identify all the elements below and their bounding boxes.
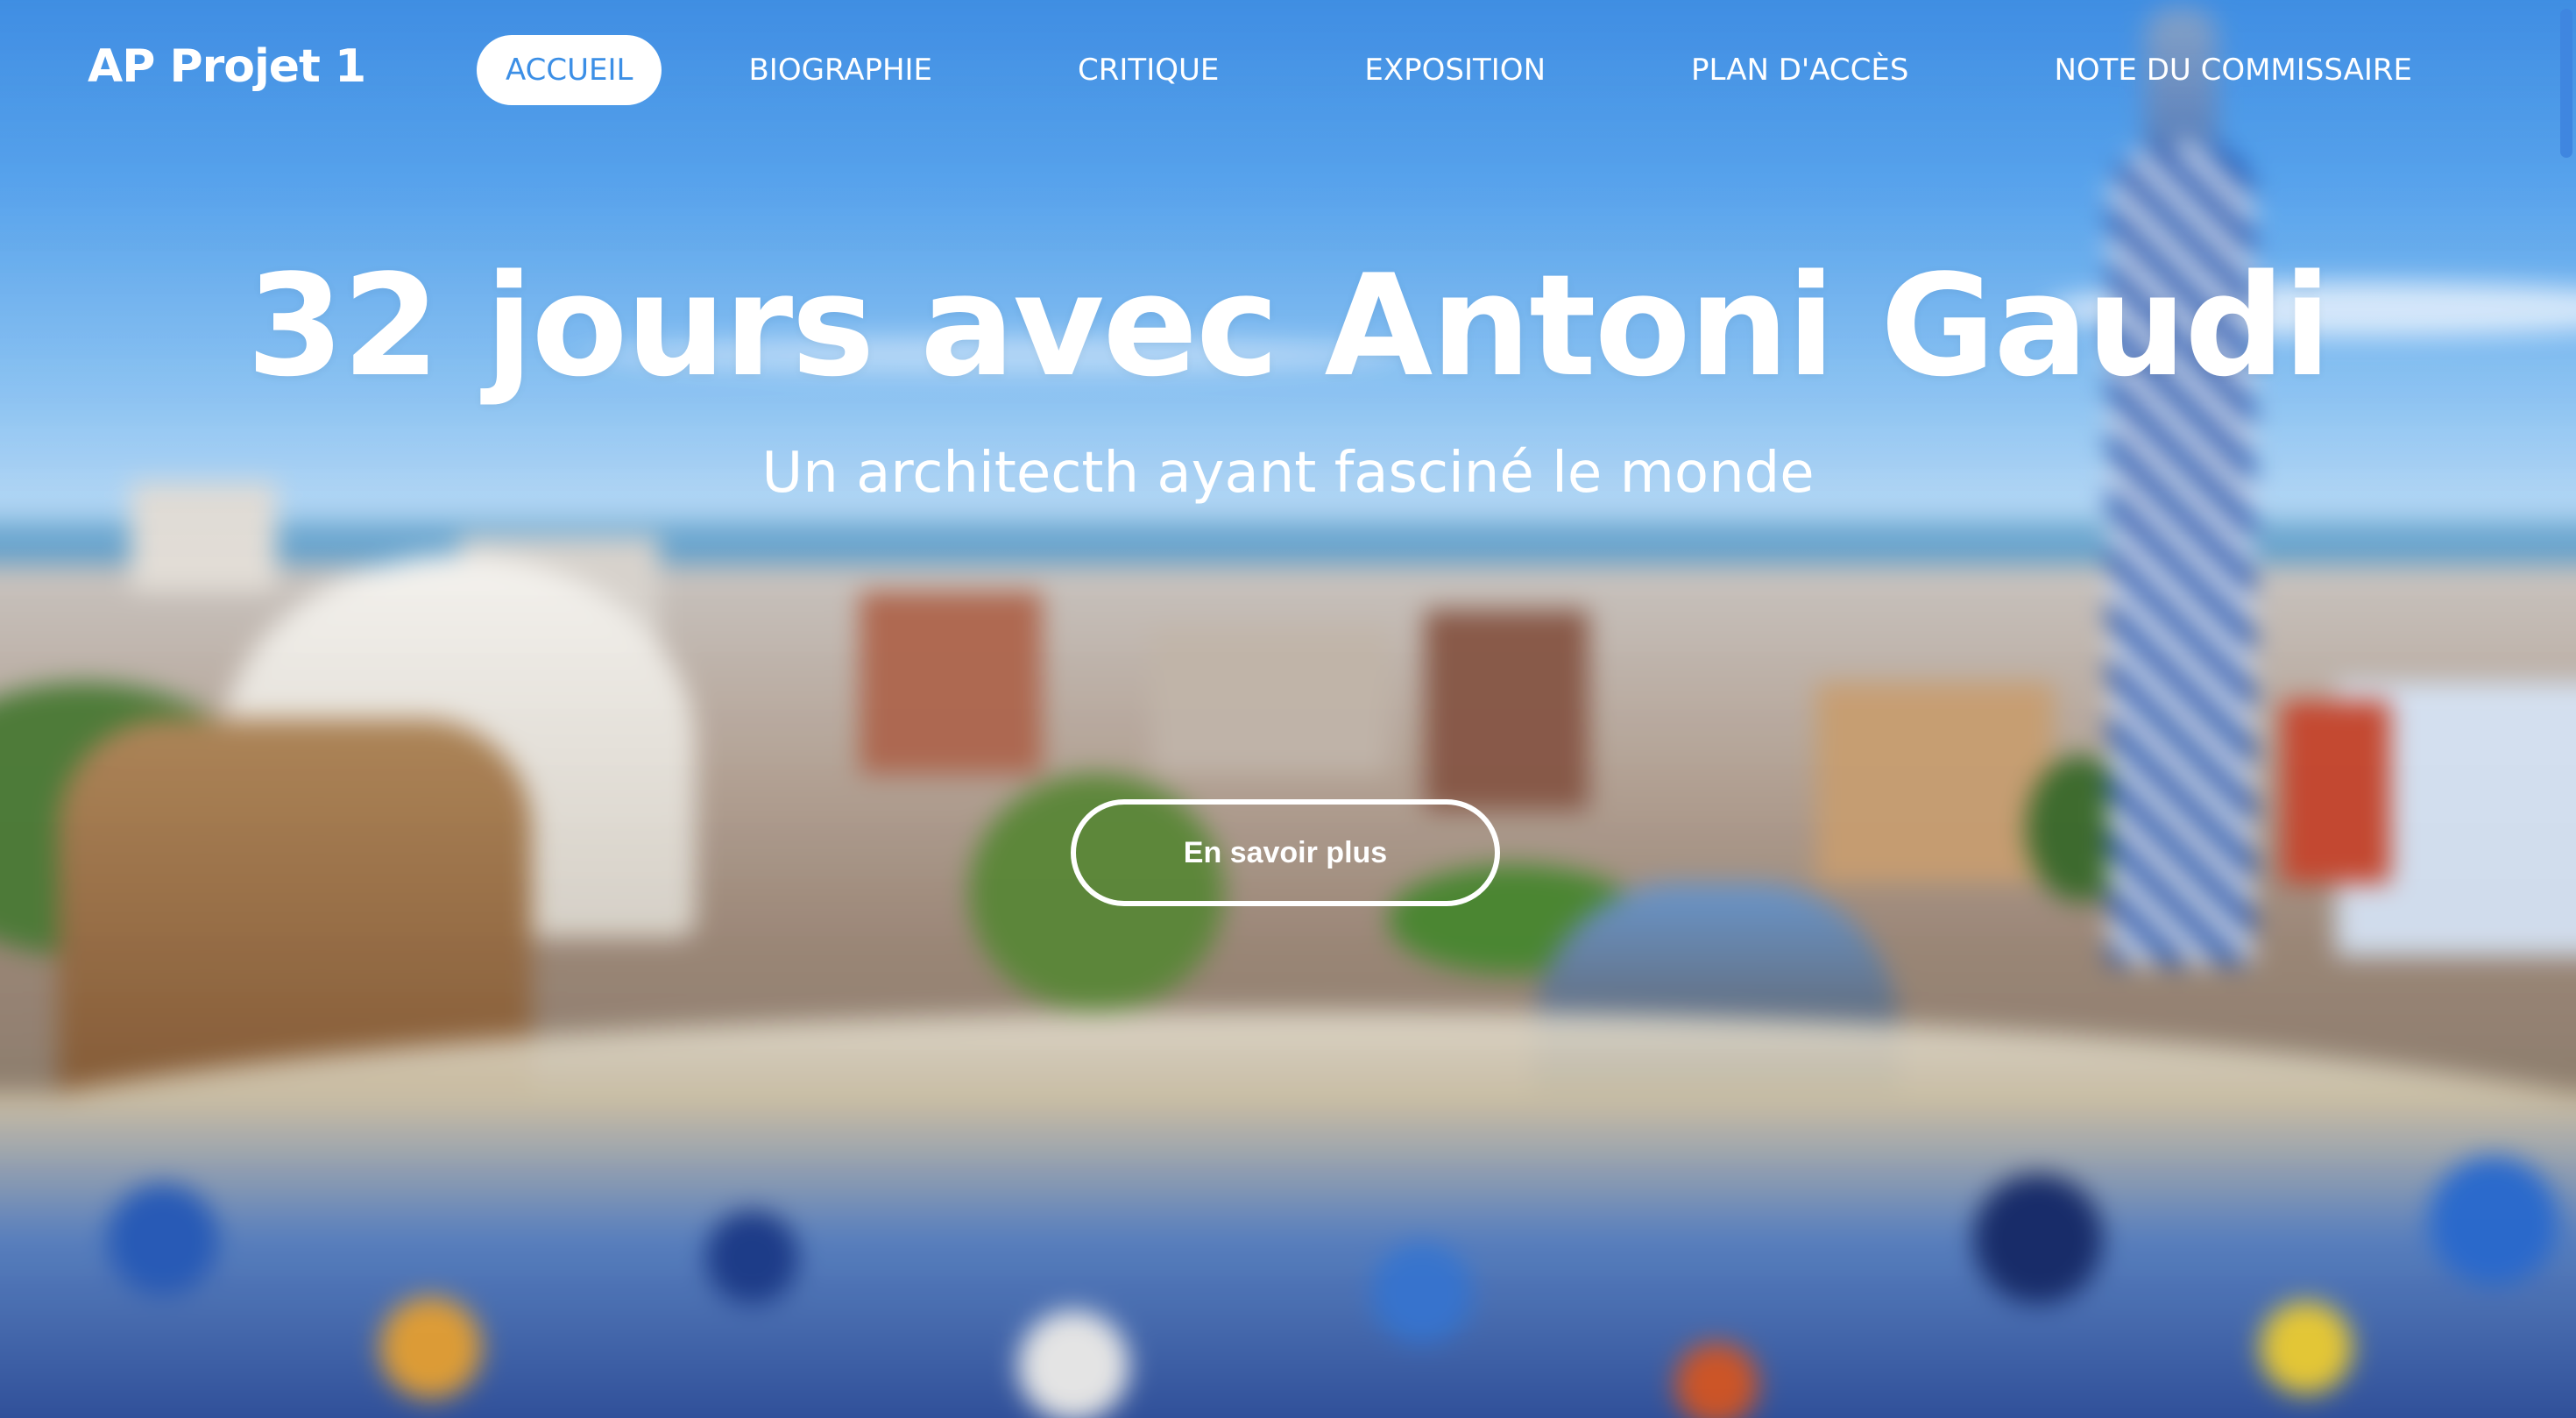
page: AP Projet 1 ACCUEIL BIOGRAPHIE CRITIQUE … [0, 0, 2576, 1418]
top-navbar: AP Projet 1 ACCUEIL BIOGRAPHIE CRITIQUE … [0, 0, 2576, 140]
nav-item-plan-acces[interactable]: PLAN D'ACCÈS [1662, 35, 1937, 105]
background-overlay [0, 0, 2576, 1418]
nav-item-biographie[interactable]: BIOGRAPHIE [719, 35, 961, 105]
hero-subtitle: Un architecth ayant fasciné le monde [761, 441, 1815, 506]
nav-item-note-commissaire[interactable]: NOTE DU COMMISSAIRE [2025, 35, 2441, 105]
main-nav: ACCUEIL BIOGRAPHIE CRITIQUE EXPOSITION P… [477, 35, 2441, 105]
en-savoir-plus-button[interactable]: En savoir plus [1071, 799, 1500, 906]
scrollbar-thumb[interactable] [2560, 9, 2572, 158]
hero-title: 32 jours avec Antoni Gaudi [246, 244, 2331, 408]
nav-item-critique[interactable]: CRITIQUE [1049, 35, 1248, 105]
nav-item-exposition[interactable]: EXPOSITION [1335, 35, 1575, 105]
page-scrollbar[interactable] [2553, 0, 2576, 1418]
nav-item-accueil[interactable]: ACCUEIL [477, 35, 662, 105]
brand-logo[interactable]: AP Projet 1 [88, 40, 366, 93]
cta-label: En savoir plus [1183, 835, 1388, 869]
